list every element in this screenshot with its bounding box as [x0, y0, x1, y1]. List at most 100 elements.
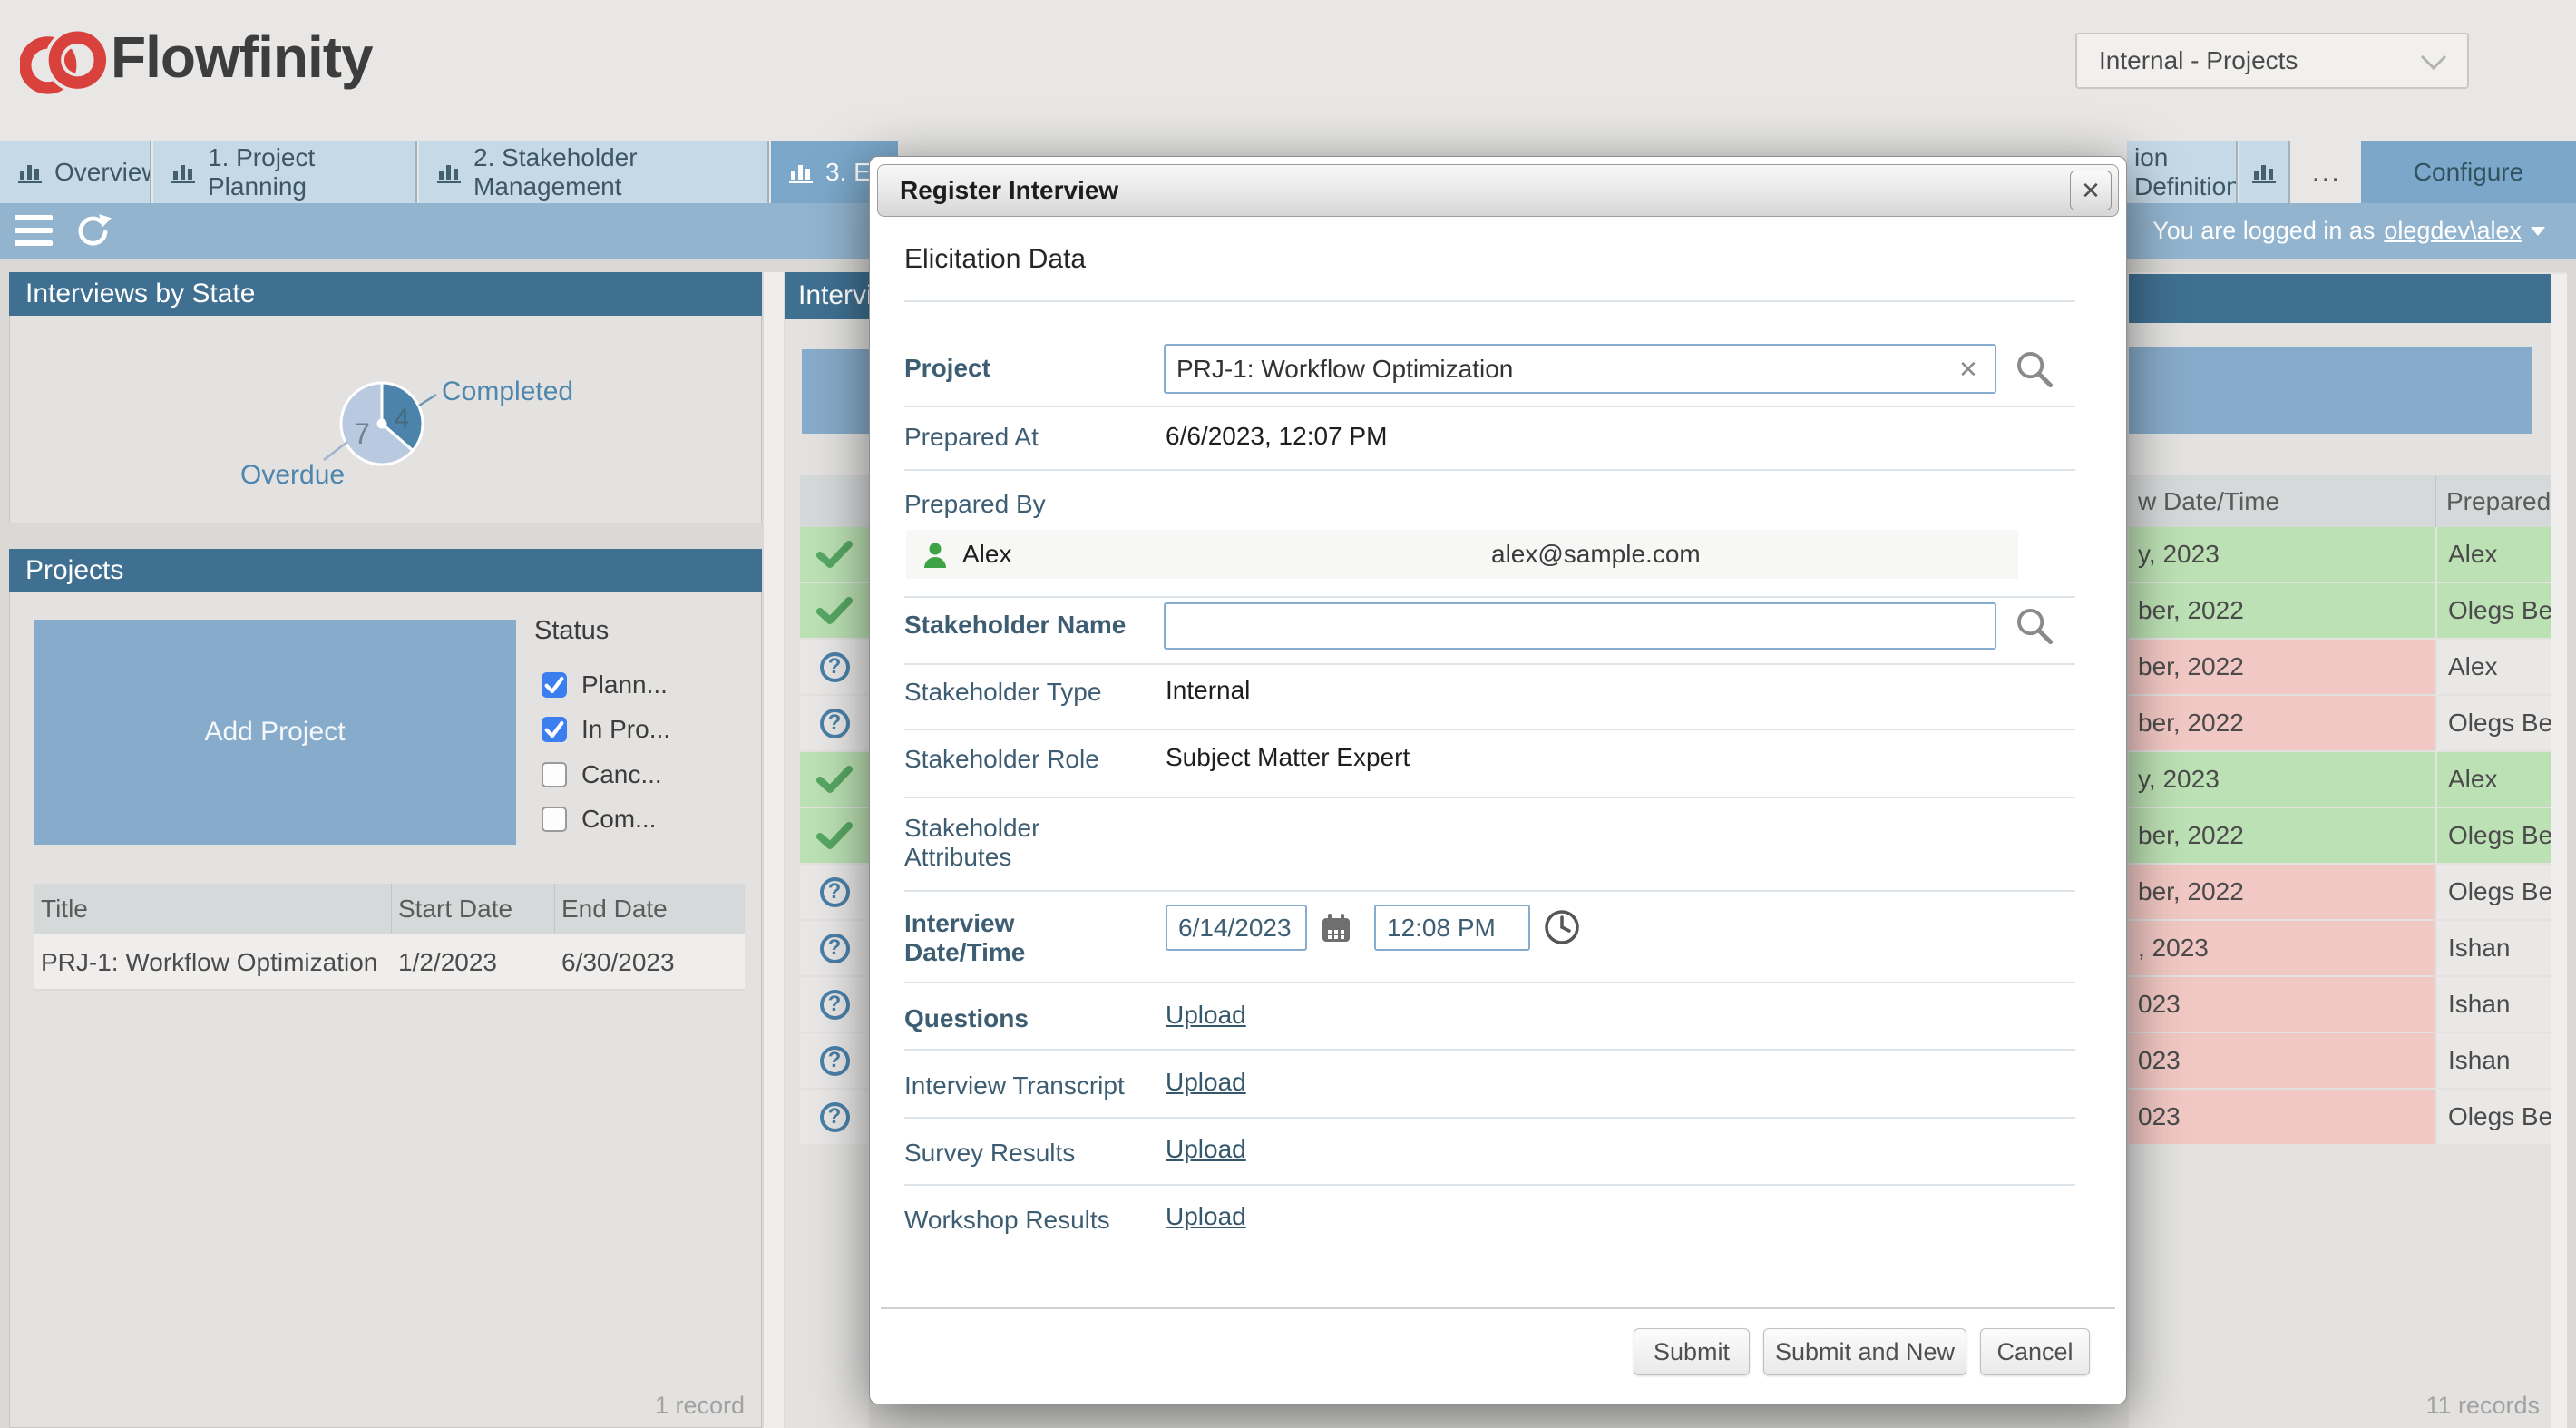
cell-interview-date: ber, 2022 — [2129, 808, 2435, 863]
stakeholder-type-label: Stakeholder Type — [904, 678, 1131, 707]
stakeholder-name-input[interactable] — [1164, 602, 1996, 650]
caret-down-icon[interactable] — [2531, 227, 2545, 236]
table-row[interactable]: ber, 2022 Olegs Be — [2129, 808, 2551, 863]
cancel-button[interactable]: Cancel — [1980, 1328, 2090, 1375]
overdue-leader-line — [324, 442, 347, 460]
table-row[interactable]: y, 2023 Alex — [2129, 752, 2551, 807]
column-title[interactable]: Title — [41, 895, 88, 924]
table-row[interactable] — [800, 752, 869, 807]
panel-header-interviews: Intervi — [785, 272, 869, 319]
add-project-button[interactable]: Add Project — [34, 620, 516, 845]
checkbox-unchecked-icon[interactable] — [542, 807, 567, 832]
cell-interview-date: , 2023 — [2129, 921, 2435, 975]
status-filter-inprogress[interactable]: In Pro... — [542, 715, 670, 744]
refresh-icon[interactable] — [74, 211, 112, 249]
menu-icon[interactable] — [15, 215, 53, 246]
questions-label: Questions — [904, 1004, 1131, 1033]
pie-label-overdue: Overdue — [240, 460, 345, 490]
table-row[interactable]: ber, 2022 Alex — [2129, 640, 2551, 694]
table-row[interactable]: ? — [800, 1033, 869, 1088]
app-window: Flowfinity Internal - Projects Overview … — [0, 0, 2576, 1428]
interviews-record-count: 11 records — [2268, 1392, 2540, 1420]
close-icon[interactable]: ✕ — [2070, 171, 2112, 210]
cell-interview-date: ber, 2022 — [2129, 865, 2435, 919]
status-check-icon — [815, 766, 854, 793]
status-question-icon: ? — [820, 1046, 850, 1076]
modal-title-bar[interactable]: Register Interview ✕ — [877, 164, 2119, 217]
status-check-icon — [815, 822, 854, 849]
search-icon[interactable] — [2015, 349, 2054, 389]
table-row[interactable] — [800, 527, 869, 582]
tab-stakeholder-management[interactable]: 2. Stakeholder Management — [419, 141, 769, 203]
table-row[interactable]: ? — [800, 865, 869, 919]
workshop-upload-link[interactable]: Upload — [1166, 1202, 1246, 1231]
status-filter-completed[interactable]: Com... — [542, 805, 656, 834]
tab-chart-icon-only[interactable] — [2239, 141, 2290, 203]
survey-upload-link[interactable]: Upload — [1166, 1135, 1246, 1164]
interviews-by-state-pie-chart[interactable]: Completed Overdue 4 7 — [219, 358, 618, 522]
checkbox-checked-icon[interactable] — [542, 717, 567, 742]
table-row[interactable]: ber, 2022 Olegs Be — [2129, 865, 2551, 919]
tab-definition[interactable]: ion Definition — [2127, 141, 2238, 203]
table-row[interactable]: ? — [800, 1090, 869, 1144]
column-start-date[interactable]: Start Date — [398, 895, 512, 924]
table-row[interactable] — [800, 808, 869, 863]
username-link[interactable]: olegdev\alex — [2384, 217, 2522, 245]
register-interview-button-right-clip[interactable] — [2129, 347, 2532, 434]
table-row[interactable]: ? — [800, 921, 869, 975]
column-interview-datetime[interactable]: w Date/Time — [2138, 487, 2279, 516]
cell-interview-date: ber, 2022 — [2129, 583, 2435, 638]
register-interview-button-left-clip[interactable] — [802, 349, 869, 434]
interviews-table-header: w Date/Time Prepared — [2129, 475, 2551, 527]
column-end-date[interactable]: End Date — [561, 895, 668, 924]
stakeholder-type-value: Internal — [1166, 676, 1250, 705]
tab-project-planning[interactable]: 1. Project Planning — [153, 141, 417, 203]
table-row[interactable]: ? — [800, 977, 869, 1032]
table-row[interactable]: ber, 2022 Olegs Be — [2129, 583, 2551, 638]
table-row[interactable]: y, 2023 Alex — [2129, 527, 2551, 582]
table-row[interactable] — [800, 583, 869, 638]
table-row[interactable]: 023 Ishan — [2129, 1033, 2551, 1088]
table-row[interactable]: , 2023 Ishan — [2129, 921, 2551, 975]
table-row[interactable]: 023 Olegs Be — [2129, 1090, 2551, 1144]
checkbox-checked-icon[interactable] — [542, 672, 567, 698]
transcript-upload-link[interactable]: Upload — [1166, 1068, 1246, 1097]
cell-prepared-by: Alex — [2437, 527, 2551, 582]
prepared-by-label: Prepared By — [904, 490, 1131, 519]
checkbox-unchecked-icon[interactable] — [542, 762, 567, 787]
tab-overview[interactable]: Overview — [0, 141, 151, 203]
column-prepared-by[interactable]: Prepared — [2446, 487, 2551, 516]
questions-upload-link[interactable]: Upload — [1166, 1001, 1246, 1030]
clear-icon[interactable]: ✕ — [1958, 356, 1978, 384]
search-icon[interactable] — [2015, 606, 2054, 646]
interview-time-input[interactable] — [1374, 905, 1530, 951]
cell-prepared-by: Ishan — [2437, 921, 2551, 975]
table-row[interactable]: ber, 2022 Olegs Be — [2129, 696, 2551, 750]
status-question-icon: ? — [820, 652, 850, 682]
submit-button[interactable]: Submit — [1634, 1328, 1750, 1375]
person-icon — [922, 542, 948, 569]
interview-date-input[interactable] — [1166, 905, 1307, 951]
project-input[interactable] — [1164, 344, 1996, 394]
cell-prepared-by: Alex — [2437, 640, 2551, 694]
tab-configure[interactable]: Configure — [2361, 141, 2576, 203]
cell-prepared-by: Olegs Be — [2437, 696, 2551, 750]
cell-interview-date: ber, 2022 — [2129, 696, 2435, 750]
clock-icon[interactable] — [1543, 908, 1581, 946]
stakeholder-name-label: Stakeholder Name — [904, 611, 1131, 640]
calendar-icon[interactable] — [1320, 912, 1352, 944]
projects-table-header: Title Start Date End Date — [34, 884, 745, 934]
table-row[interactable]: ? — [800, 640, 869, 694]
table-row[interactable]: ? — [800, 696, 869, 750]
status-check-icon — [815, 541, 854, 568]
panel-body-interviews-by-state: Completed Overdue 4 7 — [9, 316, 762, 523]
submit-and-new-button[interactable]: Submit and New — [1763, 1328, 1966, 1375]
workspace-selector[interactable]: Internal - Projects — [2075, 33, 2469, 89]
status-filter-planned[interactable]: Plann... — [542, 670, 668, 699]
chevron-down-icon — [2420, 54, 2447, 71]
tab-overflow-button[interactable]: … — [2292, 141, 2359, 203]
table-row[interactable]: PRJ-1: Workflow Optimization 1/2/2023 6/… — [34, 934, 745, 991]
prepared-by-row[interactable]: Alex alex@sample.com — [906, 530, 2018, 579]
table-row[interactable]: 023 Ishan — [2129, 977, 2551, 1032]
status-filter-cancelled[interactable]: Canc... — [542, 760, 662, 789]
